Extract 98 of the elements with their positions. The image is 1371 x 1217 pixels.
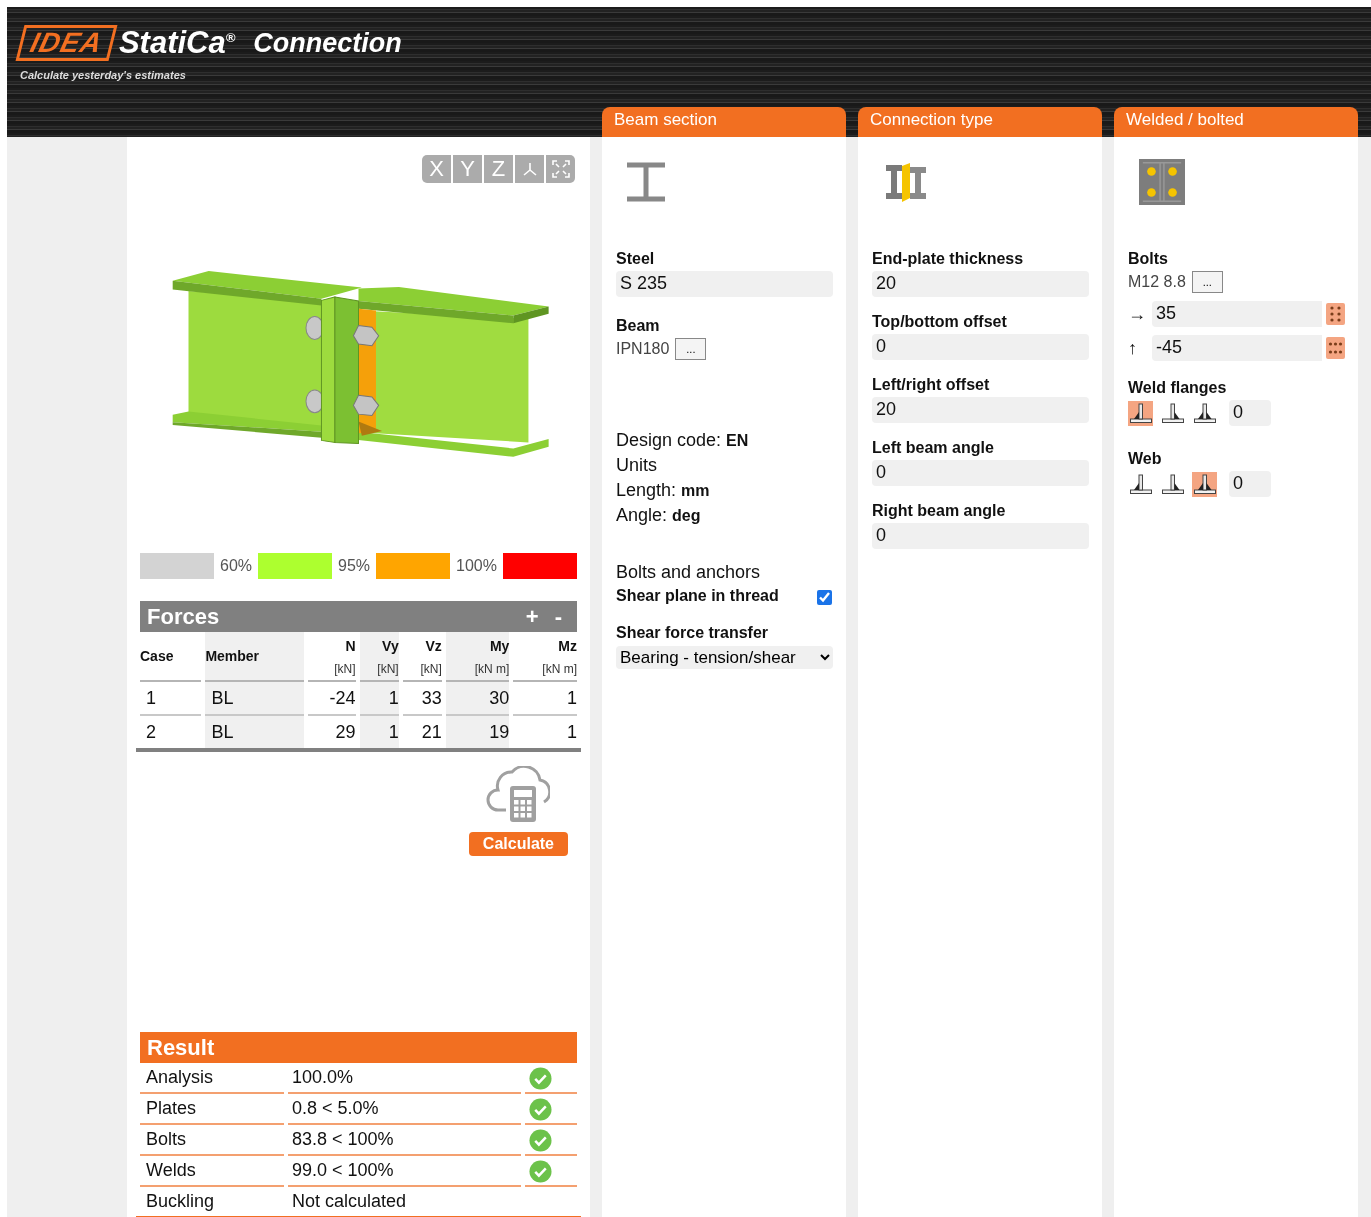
- number-field[interactable]: 20: [872, 397, 1089, 423]
- field-label: Shear force transfer: [616, 624, 769, 642]
- module-name: Connection: [253, 27, 402, 59]
- logo-badge: IDEA: [15, 25, 118, 61]
- table-cell-text: 29: [334, 721, 356, 744]
- column-header: N: [344, 637, 356, 656]
- weld-option-button[interactable]: [1192, 400, 1217, 426]
- result-label: Plates: [140, 1094, 284, 1125]
- unit-label: [kN m]: [513, 656, 577, 682]
- weld-size-field[interactable]: 0: [1229, 471, 1271, 497]
- check-icon: [529, 1098, 552, 1121]
- column-header: Mz: [557, 637, 577, 656]
- check-icon: [529, 1129, 552, 1152]
- browse-button[interactable]: ...: [1191, 271, 1223, 293]
- forces-title: Forces: [147, 603, 221, 630]
- table-cell: 33: [402, 682, 442, 716]
- result-title: Result: [147, 1034, 216, 1061]
- shear-transfer-dropdown[interactable]: Bearing - tension/shear: [616, 646, 833, 669]
- unit-label: [kN m]: [445, 656, 510, 682]
- weld-option-button[interactable]: [1160, 471, 1185, 497]
- direction-arrow: ↑: [1128, 337, 1138, 359]
- result-label: Bolts: [140, 1125, 284, 1156]
- table-cell: BL: [205, 682, 304, 716]
- weld-option-button[interactable]: [1128, 400, 1153, 426]
- add-case-button[interactable]: +: [517, 603, 547, 630]
- result-value: Not calculated: [291, 1190, 408, 1213]
- table-cell: 1: [359, 682, 399, 716]
- tagline: Calculate yesterday's estimates: [20, 69, 186, 81]
- result-value: 100.0%: [288, 1063, 521, 1094]
- bolt-pattern-icon: [1138, 159, 1186, 205]
- length-unit: Length: mm: [616, 480, 711, 501]
- number-field[interactable]: 20: [872, 271, 1089, 297]
- table-cell: -24: [307, 682, 356, 716]
- product-name: StatiCa$^{®}$: [118, 25, 236, 61]
- table-cell-text: 21: [420, 721, 442, 744]
- result-value: 0.8 < 5.0%: [288, 1094, 521, 1125]
- units-heading: Units: [616, 455, 658, 476]
- field-label: Web: [1128, 450, 1162, 468]
- beam-profile: IPN180: [616, 340, 670, 358]
- column-header: Case: [140, 632, 202, 682]
- number-field[interactable]: 0: [872, 460, 1089, 486]
- table-cell: 30: [445, 682, 510, 716]
- column-header: My: [445, 632, 510, 656]
- weld-option-button[interactable]: [1128, 471, 1153, 497]
- field-label: End-plate thickness: [872, 250, 1024, 268]
- bolt-type: M12 8.8: [1128, 273, 1186, 291]
- field-label: Right beam angle: [872, 502, 1006, 520]
- number-field[interactable]: 0: [872, 334, 1089, 360]
- table-cell: 19: [445, 716, 510, 748]
- table-cell-text: 1: [566, 721, 577, 744]
- result-value: 83.8 < 100%: [288, 1125, 521, 1156]
- bolt-grid-icon[interactable]: [1326, 303, 1345, 325]
- spacing-field[interactable]: 35: [1152, 301, 1322, 327]
- weld-option-button[interactable]: [1160, 400, 1185, 426]
- result-label: Buckling: [145, 1190, 216, 1213]
- shear-plane-checkbox[interactable]: [817, 590, 832, 605]
- weld-size-field[interactable]: 0: [1229, 400, 1271, 426]
- field-label: Weld flanges: [1128, 379, 1227, 397]
- table-cell-text: 2: [145, 721, 157, 744]
- result-value: 99.0 < 100%: [288, 1156, 521, 1187]
- legend-label: 100%: [456, 557, 497, 575]
- field-label: Steel: [616, 250, 655, 268]
- table-cell: 1: [359, 716, 399, 748]
- expand-icon: [551, 160, 570, 178]
- cloud-calculator-icon: [486, 766, 550, 824]
- column-header: Vz: [424, 637, 442, 656]
- field-label: Top/bottom offset: [872, 313, 1007, 331]
- table-cell: 1: [513, 682, 577, 716]
- table-cell: BL: [205, 716, 304, 748]
- number-field[interactable]: 0: [872, 523, 1089, 549]
- unit-label: [kN]: [359, 656, 399, 682]
- angle-unit: Angle: deg: [616, 505, 702, 526]
- direction-arrow: →: [1128, 303, 1147, 325]
- browse-button[interactable]: ...: [675, 338, 707, 360]
- result-label: Welds: [140, 1156, 284, 1187]
- checkbox-label: Shear plane in thread: [616, 587, 779, 605]
- field-label: Beam: [616, 317, 660, 335]
- field-label: Bolts: [1128, 250, 1168, 268]
- legend-label: 60%: [220, 557, 253, 575]
- unit-label: [kN]: [402, 656, 442, 682]
- bolt-grid-icon[interactable]: [1326, 337, 1345, 359]
- axes-icon: [521, 161, 538, 177]
- design-code: Design code: EN: [616, 430, 749, 451]
- column-header: Member: [205, 632, 304, 682]
- weld-option-button[interactable]: [1192, 471, 1217, 497]
- field-label: Left/right offset: [872, 376, 990, 394]
- legend-label: 95%: [338, 557, 371, 575]
- field-label: Left beam angle: [872, 439, 994, 457]
- check-icon: [529, 1160, 552, 1183]
- steel-field[interactable]: S 235: [616, 271, 833, 297]
- remove-case-button[interactable]: -: [546, 603, 570, 630]
- column-header: Vy: [359, 632, 399, 656]
- unit-label: [kN]: [307, 656, 356, 682]
- result-label: Analysis: [140, 1063, 284, 1094]
- spacing-field[interactable]: -45: [1152, 335, 1322, 361]
- check-icon: [529, 1067, 552, 1090]
- table-cell: 1: [140, 682, 202, 716]
- section-heading: Bolts and anchors: [616, 562, 761, 583]
